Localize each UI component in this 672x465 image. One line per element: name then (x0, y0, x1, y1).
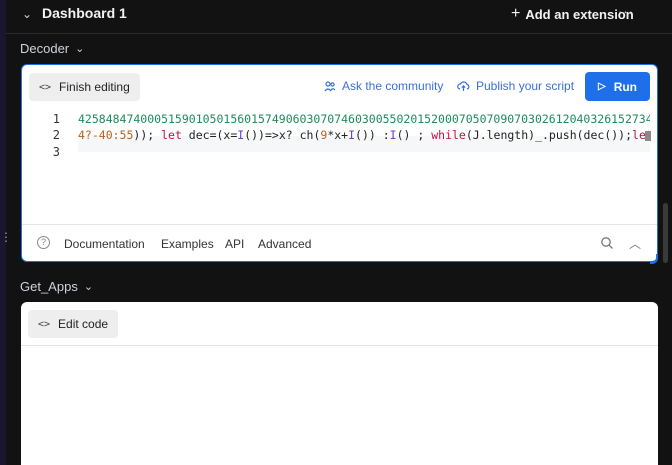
examples-link[interactable]: Examples (161, 237, 214, 251)
line-number-gutter: 1 2 3 (22, 108, 72, 224)
code-token: while (431, 128, 466, 142)
chevron-down-icon[interactable]: ⌄ (22, 8, 34, 20)
drag-handle-icon[interactable]: ⋮ (0, 231, 12, 254)
dashboard-header: ⌄ Dashboard 1 + Add an extension ··· (6, 0, 672, 34)
chevron-down-icon: ⌄ (83, 281, 94, 293)
cell-toolbar: <> Edit code (21, 302, 658, 346)
chevron-up-icon[interactable]: ︿ (629, 235, 641, 252)
code-token: ()) : (355, 128, 390, 142)
more-icon[interactable]: ··· (618, 4, 634, 19)
chevron-down-icon: ⌄ (75, 43, 85, 55)
code-token: ())=>x? ch( (244, 128, 321, 142)
help-icon[interactable]: ? (37, 236, 50, 249)
code-token: 4?-40:55 (78, 128, 134, 142)
line-number: 1 (52, 112, 60, 126)
dashboard-title: Dashboard 1 (42, 5, 127, 21)
code-token: )); (133, 128, 162, 142)
add-extension-button[interactable]: + Add an extension (511, 5, 634, 23)
code-token: let (161, 128, 182, 142)
publish-label: Publish your script (476, 79, 575, 93)
finish-editing-button[interactable]: <> Finish editing (29, 73, 140, 101)
editor-scrollbar[interactable] (645, 131, 651, 141)
ask-community-label: Ask the community (342, 79, 444, 93)
search-icon[interactable] (600, 236, 614, 250)
cell-toolbar: <> Finish editing Ask the community Publ… (22, 65, 657, 108)
code-line-2: 4?-40:55)); let dec=(x=I())=>x? ch(9*x+I… (78, 128, 650, 142)
cell-footer: ? Documentation Examples API Advanced ︿ (22, 224, 657, 261)
resize-handle[interactable] (650, 254, 658, 264)
cell-title-get-apps[interactable]: Get_Apps ⌄ (20, 279, 93, 294)
code-token: (J.length)_.push(dec()); (465, 128, 633, 142)
code-brackets-icon: <> (38, 318, 51, 330)
cell-title-decoder[interactable]: Decoder ⌄ (20, 41, 84, 56)
code-cell-get-apps: <> Edit code (21, 302, 658, 465)
run-label: Run (613, 79, 638, 94)
code-token: I (389, 128, 397, 142)
page-scrollbar[interactable] (663, 203, 668, 263)
plus-icon: + (511, 5, 521, 22)
code-text-area[interactable]: 4258484740005159010501560157490603070746… (78, 108, 650, 224)
line-number: 2 (52, 128, 60, 142)
code-line-1: 4258484740005159010501560157490603070746… (78, 112, 650, 126)
api-link[interactable]: API (225, 237, 244, 251)
edit-code-button[interactable]: <> Edit code (28, 310, 119, 338)
code-token: () ; (396, 128, 432, 142)
ask-community-link[interactable]: Ask the community (324, 79, 443, 93)
play-icon: ▷ (597, 81, 606, 92)
line-number: 3 (52, 145, 60, 159)
code-brackets-icon: <> (39, 81, 52, 93)
advanced-link[interactable]: Advanced (258, 237, 311, 251)
code-token: *x+ (327, 128, 349, 142)
cell-name: Get_Apps (20, 279, 78, 294)
run-button[interactable]: ▷ Run (585, 72, 650, 101)
code-cell-decoder: <> Finish editing Ask the community Publ… (21, 64, 658, 262)
cell-name: Decoder (20, 41, 70, 56)
finish-editing-label: Finish editing (59, 80, 130, 94)
code-token: dec=(x= (181, 128, 238, 142)
publish-script-link[interactable]: Publish your script (457, 79, 574, 93)
code-token: I (348, 128, 356, 142)
documentation-link[interactable]: Documentation (64, 237, 145, 251)
edit-code-label: Edit code (58, 317, 109, 331)
cloud-upload-icon (457, 81, 470, 91)
code-editor[interactable]: 1 2 3 4258484740005159010501560157490603… (22, 108, 657, 224)
community-icon (324, 81, 336, 92)
